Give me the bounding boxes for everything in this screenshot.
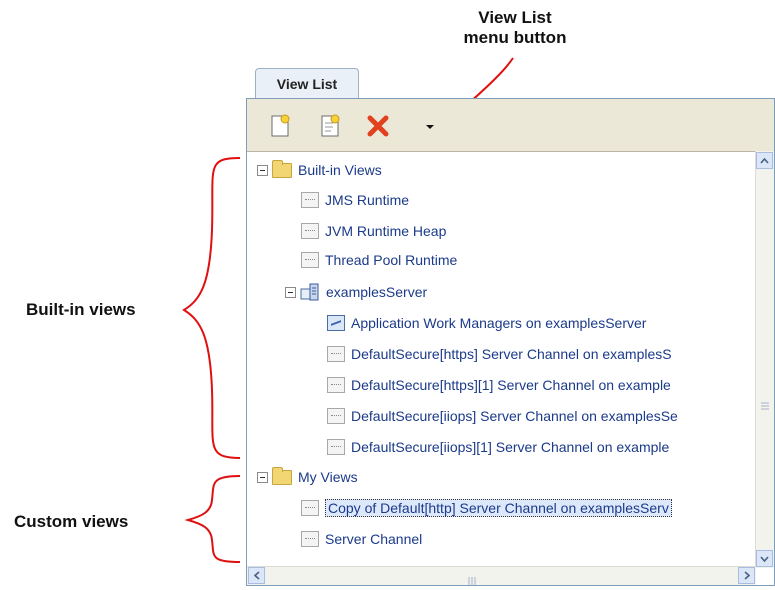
tree-item-label: DefaultSecure[iiops][1] Server Channel o… [351,439,670,455]
view-list-panel: Built-in Views JMS Runtime JVM Runtime H… [246,98,775,586]
tree-item-label: DefaultSecure[https][1] Server Channel o… [351,377,671,393]
chevron-right-icon [743,571,750,580]
server-icon [300,283,319,301]
collapse-toggle-icon[interactable] [257,164,268,176]
tree-item[interactable]: DefaultSecure[https] Server Channel on e… [327,343,672,365]
chart-view-icon [301,531,319,547]
chart-view-icon [327,377,345,393]
tree-item[interactable]: JVM Runtime Heap [301,220,446,242]
view-tree: Built-in Views JMS Runtime JVM Runtime H… [247,151,754,568]
tree-item[interactable]: DefaultSecure[iiops] Server Channel on e… [327,405,678,427]
tree-item-label: Thread Pool Runtime [325,252,458,268]
tree-item-label: Copy of Default[http] Server Channel on … [325,499,672,517]
collapse-toggle-icon[interactable] [257,471,268,483]
scroll-up-button[interactable] [756,152,773,169]
new-view-icon [271,114,290,137]
builtin-views-brace [182,157,241,459]
toolbar [247,99,774,152]
horizontal-scrollbar[interactable] [247,566,756,585]
chevron-up-icon [760,157,769,164]
new-folder-icon [321,114,340,137]
chevron-left-icon [253,571,260,580]
menu-dropdown-icon [426,125,434,129]
chart-view-icon [327,346,345,362]
chart-view-icon [327,439,345,455]
vertical-scrollbar[interactable] [755,151,774,568]
chart-view-icon [301,223,319,239]
view-list-menu-button[interactable] [417,113,443,139]
scroll-thumb-grip[interactable] [467,571,477,585]
chart-view-active-icon [327,315,345,331]
tree-item[interactable]: DefaultSecure[https][1] Server Channel o… [327,374,671,396]
tree-item-label: DefaultSecure[https] Server Channel on e… [351,346,672,362]
scroll-down-button[interactable] [756,550,773,567]
chart-view-icon [301,252,319,268]
scroll-thumb-grip[interactable] [760,396,770,410]
delete-button[interactable] [365,113,391,139]
chart-view-icon [327,408,345,424]
tree-item-label: JVM Runtime Heap [325,223,447,239]
scroll-left-button[interactable] [248,567,265,584]
tree-folder-builtin-views[interactable]: Built-in Views [257,159,382,181]
tab-view-list[interactable]: View List [255,68,359,98]
tree-node-label: examplesServer [326,284,428,300]
scroll-right-button[interactable] [738,567,755,584]
tree-folder-label: Built-in Views [298,162,382,178]
tree-item[interactable]: JMS Runtime [301,189,409,211]
tree-item-selected[interactable]: Copy of Default[http] Server Channel on … [301,497,672,519]
tree-node-examples-server[interactable]: examplesServer [285,281,427,303]
tree-item-label: Server Channel [325,531,423,547]
tree-item[interactable]: DefaultSecure[iiops][1] Server Channel o… [327,436,669,458]
chart-view-icon [301,500,319,516]
collapse-toggle-icon[interactable] [285,286,296,298]
folder-icon [272,159,292,178]
tree-folder-label: My Views [298,469,358,485]
tree-item[interactable]: Application Work Managers on examplesSer… [327,312,646,334]
grip-icon [761,402,769,410]
tab-view-list-label: View List [276,75,338,92]
tree-item[interactable]: Thread Pool Runtime [301,249,457,271]
tree-item-label: JMS Runtime [325,192,410,208]
folder-icon [272,466,292,485]
delete-icon [367,115,389,137]
grip-icon [468,577,476,585]
new-view-button[interactable] [267,113,293,139]
chart-view-icon [301,192,319,208]
tree-item[interactable]: Server Channel [301,528,422,550]
custom-views-brace [184,475,241,563]
tree-folder-my-views[interactable]: My Views [257,466,358,488]
new-folder-button[interactable] [317,113,343,139]
tree-item-label: Application Work Managers on examplesSer… [351,315,647,331]
chevron-down-icon [760,555,769,562]
tree-item-label: DefaultSecure[iiops] Server Channel on e… [351,408,678,424]
